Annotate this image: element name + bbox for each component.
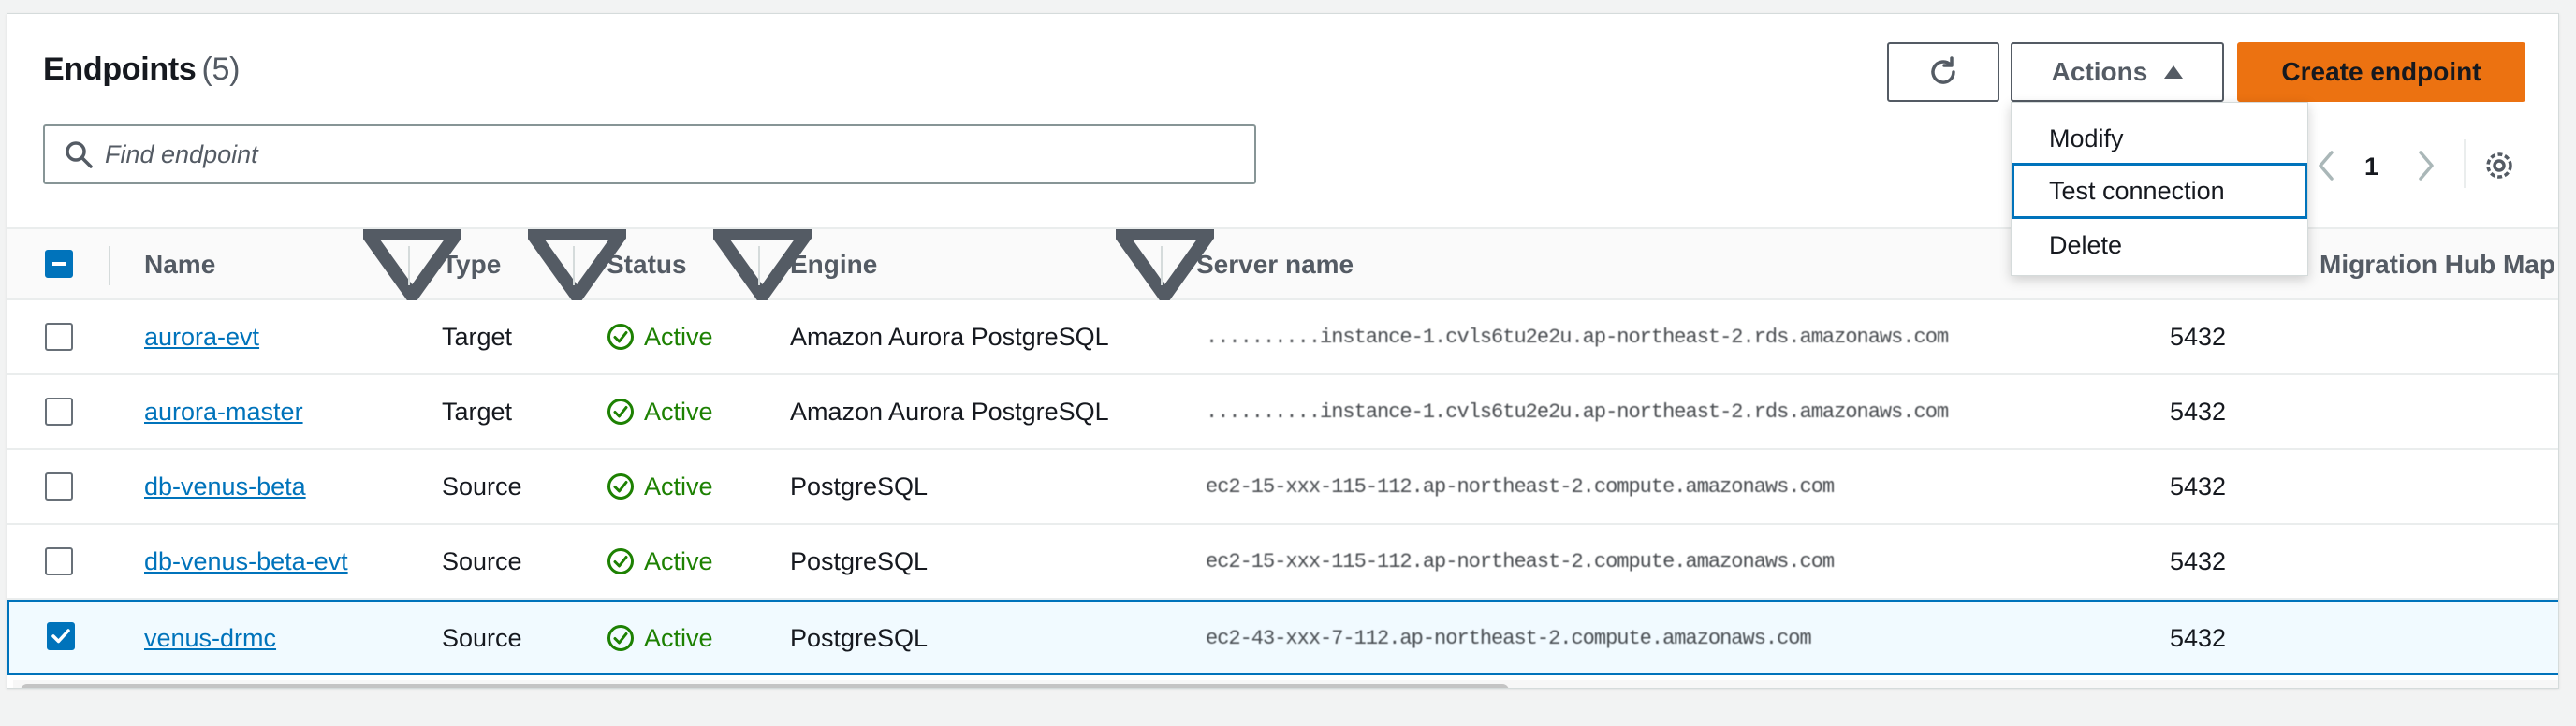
- column-header-type[interactable]: Type: [442, 229, 501, 300]
- endpoints-panel: Endpoints(5) Actions Create endpoint Mod…: [7, 13, 2559, 689]
- status-text: Active: [644, 472, 713, 501]
- table-row[interactable]: venus-drmc Source Active PostgreSQL ec2-…: [7, 600, 2558, 675]
- endpoint-name-link[interactable]: db-venus-beta: [144, 472, 306, 501]
- endpoint-type: Source: [442, 546, 522, 575]
- check-circle-icon: [607, 324, 634, 350]
- chevron-left-icon[interactable]: [2315, 147, 2337, 184]
- column-header-migration-hub[interactable]: Migration Hub Map: [2320, 229, 2555, 300]
- refresh-button[interactable]: [1887, 42, 1999, 102]
- endpoint-count: (5): [201, 51, 241, 87]
- column-name-label: Name: [144, 250, 216, 279]
- port-cell: 5432: [2170, 322, 2227, 351]
- row-checkbox[interactable]: [45, 323, 73, 351]
- check-circle-icon: [607, 625, 634, 651]
- search-box[interactable]: [43, 124, 1256, 184]
- menu-item-delete[interactable]: Delete: [2012, 217, 2307, 273]
- select-all-checkbox[interactable]: [45, 250, 73, 278]
- status-cell: Active: [607, 300, 713, 373]
- horizontal-scrollbar[interactable]: [13, 680, 2558, 688]
- actions-button[interactable]: Actions: [2011, 42, 2224, 102]
- page-number[interactable]: 1: [2364, 152, 2378, 182]
- refresh-icon: [1931, 56, 1955, 84]
- server-name-cell: ..........instance-1.cvls6tu2e2u.ap-nort…: [1206, 325, 1949, 349]
- server-name-cell: ec2-15-xxx-115-112.ap-northeast-2.comput…: [1206, 474, 1835, 499]
- column-separator: [408, 246, 410, 285]
- server-name-cell: ec2-43-xxx-7-112.ap-northeast-2.compute.…: [1206, 626, 1812, 650]
- column-separator: [573, 246, 575, 285]
- check-circle-icon: [607, 548, 634, 574]
- row-checkbox[interactable]: [45, 472, 73, 501]
- status-text: Active: [644, 397, 713, 426]
- title-text: Endpoints: [43, 51, 197, 87]
- endpoint-name-link[interactable]: db-venus-beta-evt: [144, 547, 348, 576]
- status-text: Active: [644, 546, 713, 575]
- status-text: Active: [644, 322, 713, 351]
- port-cell: 5432: [2170, 623, 2227, 652]
- column-header-name[interactable]: Name: [144, 229, 215, 300]
- table-row[interactable]: db-venus-beta Source Active PostgreSQL e…: [7, 450, 2558, 525]
- endpoint-type: Source: [442, 623, 522, 652]
- endpoint-name-link[interactable]: venus-drmc: [144, 624, 276, 653]
- column-server-label: Server name: [1196, 250, 1354, 279]
- menu-item-test-connection[interactable]: Test connection: [2012, 163, 2307, 219]
- table-row[interactable]: aurora-master Target Active Amazon Auror…: [7, 375, 2558, 450]
- gear-icon[interactable]: [2482, 149, 2516, 182]
- search-input[interactable]: [105, 134, 1228, 175]
- table-row[interactable]: db-venus-beta-evt Source Active PostgreS…: [7, 525, 2558, 600]
- column-separator: [1161, 246, 1163, 285]
- check-circle-icon: [607, 473, 634, 500]
- status-cell: Active: [607, 375, 713, 448]
- endpoint-name-link[interactable]: aurora-evt: [144, 323, 259, 352]
- endpoint-type: Target: [442, 322, 513, 351]
- row-checkbox[interactable]: [47, 622, 75, 650]
- indeterminate-icon: [52, 262, 66, 266]
- status-text: Active: [644, 623, 713, 652]
- check-circle-icon: [607, 399, 634, 425]
- divider: [2464, 139, 2466, 188]
- server-name-cell: ec2-15-xxx-115-112.ap-northeast-2.comput…: [1206, 549, 1835, 574]
- column-separator: [109, 246, 110, 285]
- engine-cell: Amazon Aurora PostgreSQL: [790, 322, 1109, 351]
- caret-up-icon: [2164, 65, 2184, 79]
- engine-cell: Amazon Aurora PostgreSQL: [790, 397, 1109, 426]
- column-status-label: Status: [607, 250, 687, 279]
- status-cell: Active: [607, 450, 713, 523]
- port-cell: 5432: [2170, 397, 2227, 426]
- column-header-status[interactable]: Status: [607, 229, 687, 300]
- create-endpoint-button[interactable]: Create endpoint: [2237, 42, 2525, 102]
- row-checkbox[interactable]: [45, 398, 73, 426]
- scrollbar-thumb[interactable]: [21, 684, 1509, 688]
- status-cell: Active: [607, 602, 713, 675]
- column-type-label: Type: [442, 250, 502, 279]
- actions-label: Actions: [2051, 57, 2148, 86]
- chevron-right-icon[interactable]: [2415, 147, 2437, 184]
- column-engine-label: Engine: [790, 250, 878, 279]
- checkmark-icon: [51, 629, 70, 644]
- column-separator: [758, 246, 760, 285]
- row-checkbox[interactable]: [45, 547, 73, 575]
- endpoint-type: Source: [442, 472, 522, 501]
- column-header-engine[interactable]: Engine: [790, 229, 877, 300]
- column-migration-label: Migration Hub Map: [2320, 250, 2555, 279]
- port-cell: 5432: [2170, 546, 2227, 575]
- search-icon: [66, 141, 93, 168]
- menu-item-modify[interactable]: Modify: [2012, 110, 2307, 167]
- port-cell: 5432: [2170, 472, 2227, 501]
- actions-menu: Modify Test connection Delete: [2011, 102, 2308, 276]
- endpoint-name-link[interactable]: aurora-master: [144, 398, 303, 427]
- engine-cell: PostgreSQL: [790, 623, 929, 652]
- server-name-cell: ..........instance-1.cvls6tu2e2u.ap-nort…: [1206, 399, 1949, 424]
- page-title: Endpoints (5): [43, 51, 240, 88]
- table-row[interactable]: aurora-evt Target Active Amazon Aurora P…: [7, 300, 2558, 375]
- column-header-server-name[interactable]: Server name: [1196, 229, 1354, 300]
- status-cell: Active: [607, 525, 713, 598]
- endpoint-type: Target: [442, 397, 513, 426]
- engine-cell: PostgreSQL: [790, 546, 929, 575]
- engine-cell: PostgreSQL: [790, 472, 929, 501]
